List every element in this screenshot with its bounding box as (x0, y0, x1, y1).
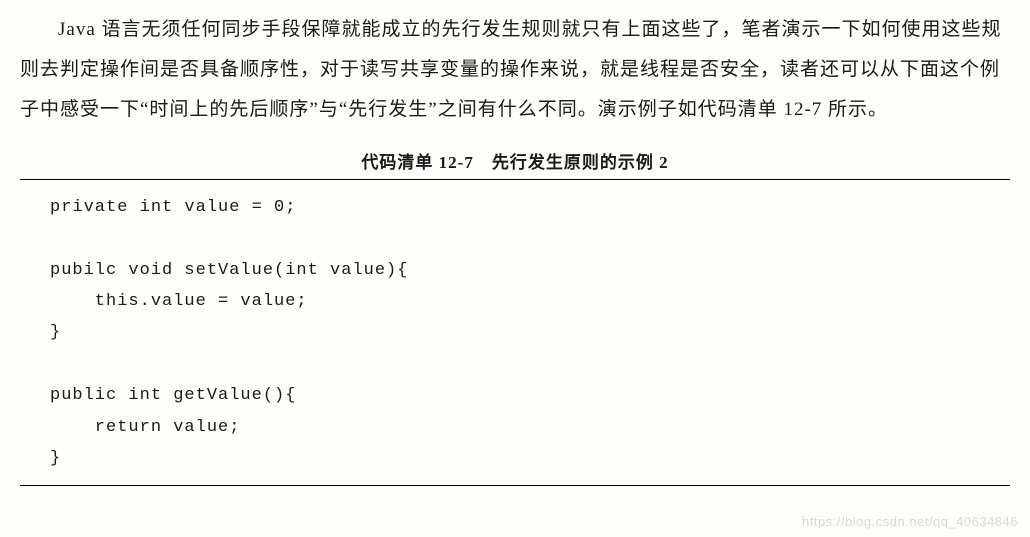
watermark-text: https://blog.csdn.net/qq_40634846 (802, 514, 1018, 529)
code-listing-body: private int value = 0; pubilc void setVa… (20, 179, 1010, 486)
code-listing-title: 代码清单 12-7 先行发生原则的示例 2 (20, 148, 1010, 173)
body-paragraph: Java 语言无须任何同步手段保障就能成立的先行发生规则就只有上面这些了，笔者演… (20, 10, 1010, 130)
